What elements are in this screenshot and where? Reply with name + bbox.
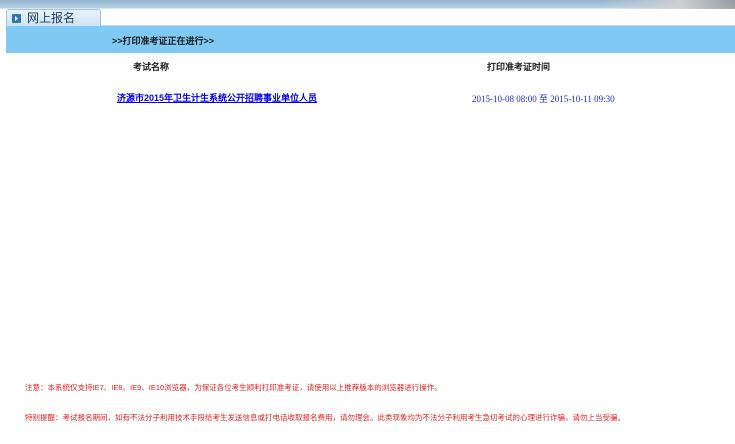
column-header-print-time: 打印准考证时间 xyxy=(487,62,551,72)
status-bar: >>打印准考证正在进行>> xyxy=(6,26,735,53)
browser-notice: 注意：本系统仅支持IE7、IE8、IE9、IE10浏览器，为保证各位考生顺利打印… xyxy=(25,383,442,392)
column-header-exam-name: 考试名称 xyxy=(133,62,170,72)
status-text: >>打印准考证正在进行>> xyxy=(112,36,215,46)
top-banner xyxy=(0,0,735,9)
arrow-icon xyxy=(12,13,21,23)
tab-online-registration[interactable]: 网上报名 xyxy=(6,9,101,26)
tab-label: 网上报名 xyxy=(27,10,76,25)
banner-decoration xyxy=(600,0,735,9)
exam-name-link[interactable]: 济源市2015年卫生计生系统公开招聘事业单位人员 xyxy=(117,91,317,104)
tab-strip: 网上报名 xyxy=(6,9,735,26)
exam-print-time: 2015-10-08 08:00 至 2015-10-11 09:30 xyxy=(472,94,615,104)
fraud-warning: 特别提醒：考试报名期间，如有不法分子利用技术手段给考生发送信息或打电话收取报名费… xyxy=(25,413,625,422)
